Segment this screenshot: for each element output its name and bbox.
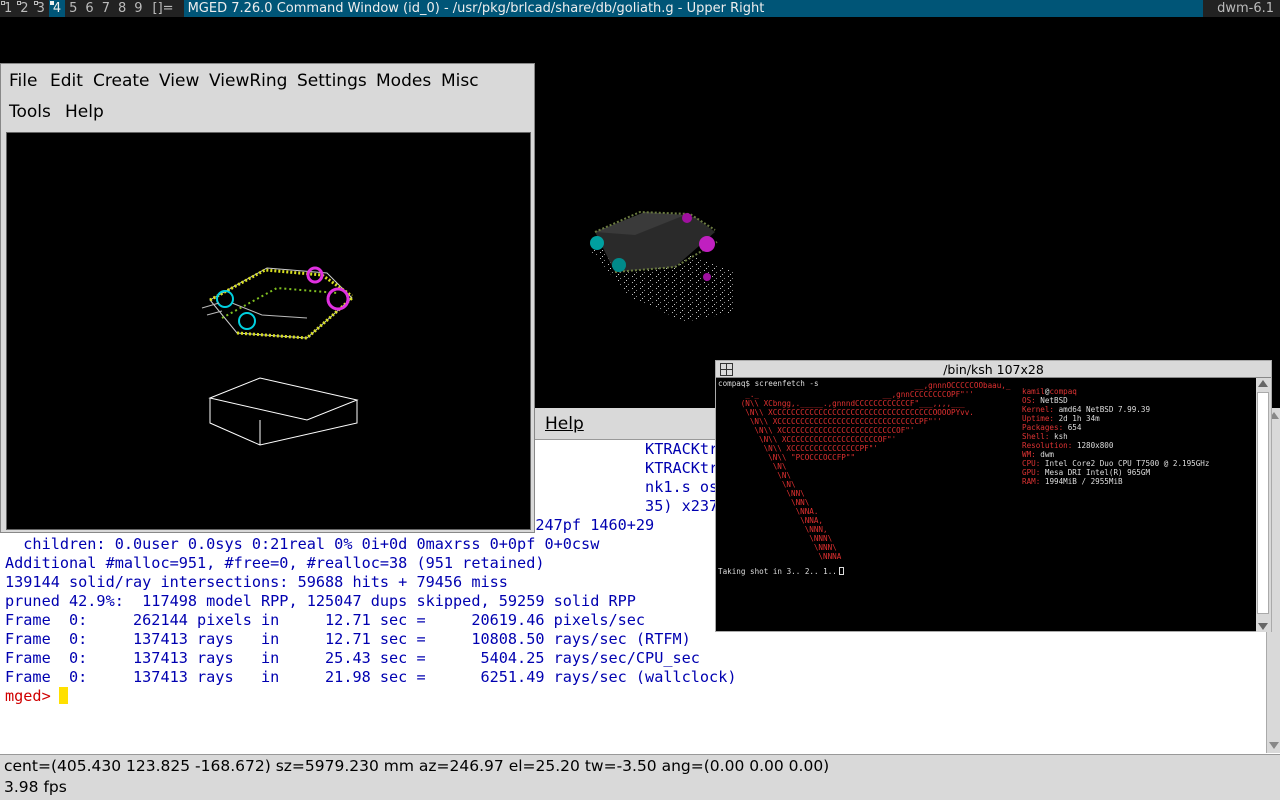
menu-help[interactable]: Help — [545, 414, 584, 434]
logo-line: \NNA, — [727, 516, 824, 525]
info-line: Shell: ksh — [1022, 432, 1068, 441]
dwm-bar: 123456789 []= MGED 7.26.0 Command Window… — [0, 0, 1280, 17]
logo-line: _._ __,gnnCCCCCCCCOPF"'' — [727, 390, 974, 399]
info-line: Resolution: 1280x800 — [1022, 441, 1114, 450]
fps-status-line: 3.98 fps — [0, 776, 1280, 800]
tag-4[interactable]: 4 — [48, 0, 66, 17]
menu-create[interactable]: Create — [93, 71, 150, 91]
logo-line: \NN\ — [727, 498, 810, 507]
info-line: WM: dwm — [1022, 450, 1055, 459]
raytrace-view — [535, 17, 1280, 408]
tag-9[interactable]: 9 — [130, 0, 146, 17]
output-line: Frame 0: 137413 rays in 12.71 sec = 1080… — [5, 630, 691, 648]
netbsd-ascii-logo: __,gnnnOCCCCCOObaau,_ _._ __,gnnCCCCCCCC… — [727, 381, 1011, 561]
info-line: Packages: 654 — [1022, 423, 1082, 432]
terminal-window[interactable]: /bin/ksh 107x28 compaq$ screenfetch -s _… — [715, 360, 1272, 632]
tag-1[interactable]: 1 — [0, 0, 16, 17]
logo-line: \NNN\ — [727, 543, 837, 552]
logo-line: \N\\ XCCCCCCCCCCCCCCCCCCCCCCCCCCCCCCCPF"… — [727, 417, 942, 426]
output-line: Frame 0: 137413 rays in 25.43 sec = 5404… — [5, 649, 700, 667]
menu-tools[interactable]: Tools — [9, 102, 51, 122]
menu-file[interactable]: File — [9, 71, 37, 91]
tag-6[interactable]: 6 — [81, 0, 97, 17]
info-line: Kernel: amd64 NetBSD 7.99.39 — [1022, 405, 1151, 414]
scroll-down-arrow-icon[interactable] — [1269, 742, 1279, 749]
occupied-indicator-icon — [49, 1, 54, 5]
tag-list: 123456789 — [0, 0, 147, 17]
logo-line: \N\ — [727, 462, 787, 471]
logo-line: \NN\ — [727, 489, 805, 498]
system-info: kamil@compaq OS: NetBSD Kernel: amd64 NetB… — [1022, 387, 1209, 486]
info-line: CPU: Intel Core2 Duo CPU T7500 @ 2.195GH… — [1022, 459, 1210, 468]
taking-shot-text: Taking shot in 3.. 2.. 1.. — [718, 567, 844, 576]
occupied-indicator-icon — [1, 1, 5, 5]
tag-7[interactable]: 7 — [98, 0, 114, 17]
raytrace-image — [590, 210, 735, 322]
logo-line: \NNN\ — [727, 534, 833, 543]
terminal-cursor — [838, 567, 844, 575]
info-line: GPU: Mesa DRI Intel(R) 965GM — [1022, 468, 1151, 477]
menu-modes[interactable]: Modes — [376, 71, 431, 91]
tag-5[interactable]: 5 — [65, 0, 81, 17]
logo-line: \N\\ XCCCCCCCCCCCCCCCCCCCCOF"' — [727, 435, 897, 444]
menu-help-graphics[interactable]: Help — [65, 102, 104, 122]
layout-symbol[interactable]: []= — [147, 0, 184, 17]
logo-line: \N\\ XCCCCCCCCCCCCCCCCCCCCCCCCCCCCCCCCCC… — [727, 408, 974, 417]
menu-misc[interactable]: Misc — [441, 71, 479, 91]
window-title: MGED 7.26.0 Command Window (id_0) - /usr… — [183, 0, 1204, 17]
output-line: Frame 0: 137413 rays in 21.98 sec = 6251… — [5, 668, 737, 686]
info-line: OS: NetBSD — [1022, 396, 1068, 405]
graphics-window: File Edit Create View ViewRing Settings … — [0, 63, 535, 533]
wheel-cyan — [590, 236, 604, 250]
scroll-down-arrow-icon[interactable] — [1258, 623, 1268, 630]
logo-line: \NNN, — [727, 525, 828, 534]
logo-line: \N\\ XCCCCCCCCCCCCCCCCCCCCCCCCCOF"' — [727, 426, 915, 435]
terminal-scrollbar[interactable] — [1256, 378, 1271, 632]
occupied-indicator-icon — [33, 1, 38, 5]
tag-2[interactable]: 2 — [16, 0, 32, 17]
terminal-titlebar[interactable]: /bin/ksh 107x28 — [716, 361, 1271, 378]
window-menu-icon[interactable] — [720, 363, 733, 376]
tag-8[interactable]: 8 — [114, 0, 130, 17]
info-line: Uptime: 2d 1h 34m — [1022, 414, 1100, 423]
occupied-indicator-icon — [17, 1, 22, 5]
logo-line: \N\\ "PCOCCCOCCFP"" — [727, 453, 856, 462]
info-line: kamil@compaq — [1022, 387, 1077, 396]
logo-line: \NNNA — [727, 552, 842, 561]
logo-line: \N\\ XCCCCCCCCCCCCCCCPF"' — [727, 444, 878, 453]
menu-settings[interactable]: Settings — [297, 71, 367, 91]
scroll-up-arrow-icon[interactable] — [1258, 380, 1268, 387]
terminal-output[interactable]: compaq$ screenfetch -s __,gnnnOCCCCCOOba… — [717, 378, 1255, 632]
command-prompt: mged> — [5, 687, 51, 705]
status-text: dwm-6.1 — [1217, 1, 1274, 16]
logo-line: __,gnnnOCCCCCOObaau,_ — [727, 381, 1011, 390]
logo-line: \NNA. — [727, 507, 819, 516]
wireframe-drawing — [201, 266, 359, 446]
menu-view[interactable]: View — [159, 71, 199, 91]
logo-line: (N\\ XCbngg,._____.,gnnndCCCCCCCCCCCCF"_… — [727, 399, 965, 408]
logo-line: \N\ — [727, 480, 796, 489]
text-cursor — [58, 687, 68, 704]
menu-edit[interactable]: Edit — [50, 71, 83, 91]
graphics-menubar: File Edit Create View ViewRing Settings … — [1, 64, 534, 128]
view-status-line: cent=(405.430 123.825 -168.672) sz=5979.… — [0, 754, 1280, 776]
info-line: RAM: 1994MiB / 2955MiB — [1022, 477, 1123, 486]
wireframe-viewport[interactable] — [6, 132, 531, 530]
menu-viewring[interactable]: ViewRing — [209, 71, 287, 91]
wheel-magenta — [699, 236, 715, 252]
scrollbar-thumb[interactable] — [1257, 392, 1269, 614]
terminal-title: /bin/ksh 107x28 — [943, 362, 1044, 377]
logo-line: \N\ — [727, 471, 792, 480]
tag-3[interactable]: 3 — [33, 0, 49, 17]
